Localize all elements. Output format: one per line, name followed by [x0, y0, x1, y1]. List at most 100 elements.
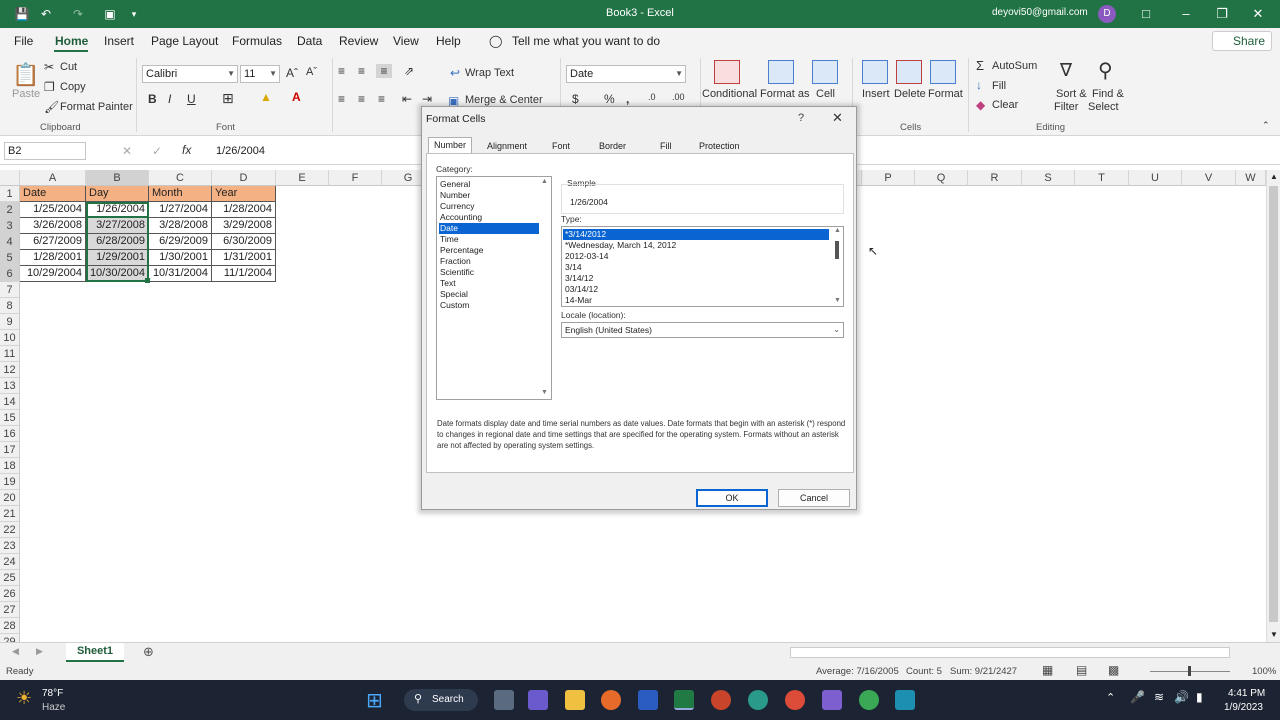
format-cells-icon[interactable] — [930, 60, 956, 84]
list-item[interactable]: 14-Mar — [563, 295, 829, 306]
align-middle-icon[interactable]: ≡ — [358, 64, 365, 78]
orientation-icon[interactable]: ⇗ — [404, 64, 414, 78]
weather-icon[interactable]: ☀ — [16, 688, 32, 709]
avatar[interactable]: D — [1098, 5, 1116, 23]
increase-font-icon[interactable]: Aˆ — [286, 66, 298, 80]
cell-c1[interactable]: Month — [149, 186, 212, 202]
list-item[interactable]: Number — [439, 190, 539, 201]
formula-input[interactable]: 1/26/2004 — [216, 145, 265, 157]
row-header[interactable]: 12 — [0, 362, 20, 378]
fill-button[interactable]: Fill — [992, 80, 1006, 92]
col-header-u[interactable]: U — [1129, 170, 1182, 186]
category-list[interactable]: General Number Currency Accounting Date … — [436, 176, 552, 400]
list-item[interactable]: Fraction — [439, 256, 539, 267]
row-header[interactable]: 18 — [0, 458, 20, 474]
col-header-v[interactable]: V — [1182, 170, 1236, 186]
font-name-select[interactable]: Calibri ▼ — [142, 65, 238, 83]
ok-button[interactable]: OK — [696, 489, 768, 507]
tab-number[interactable]: Number — [428, 137, 472, 153]
form-icon[interactable]: ▣ — [102, 6, 118, 22]
cell-b2-active[interactable]: 1/26/2004 — [86, 202, 149, 218]
show-hidden-icons-icon[interactable]: ⌃ — [1106, 691, 1115, 704]
clock-date[interactable]: 1/9/2023 — [1224, 702, 1263, 713]
row-header[interactable]: 20 — [0, 490, 20, 506]
clear-button[interactable]: Clear — [992, 99, 1018, 111]
cell-a1[interactable]: Date — [20, 186, 86, 202]
tab-help[interactable]: Help — [436, 34, 461, 48]
status-sum[interactable]: Sum: 9/21/2427 — [950, 666, 1017, 677]
close-icon[interactable]: ✕ — [832, 110, 843, 126]
cell-c4[interactable]: 6/29/2009 — [149, 234, 212, 250]
fill-color-icon[interactable]: ▲ — [260, 90, 272, 104]
scroll-thumb[interactable] — [1269, 186, 1278, 622]
find-select-icon[interactable]: ⚲ — [1098, 58, 1113, 83]
prev-sheet-icon[interactable]: ◀ — [12, 646, 19, 657]
col-header-s[interactable]: S — [1022, 170, 1075, 186]
underline-icon[interactable]: U — [187, 92, 196, 106]
add-sheet-icon[interactable]: ⊕ — [143, 644, 154, 660]
weather-condition[interactable]: Haze — [42, 702, 65, 713]
sort-filter-icon[interactable]: ∇ — [1060, 60, 1072, 81]
copy-button[interactable]: Copy — [60, 81, 86, 93]
normal-view-icon[interactable]: ▦ — [1042, 663, 1053, 677]
row-header[interactable]: 21 — [0, 506, 20, 522]
tell-me-search[interactable]: Tell me what you want to do — [512, 34, 660, 48]
confirm-entry-icon[interactable]: ✓ — [152, 144, 162, 158]
cell-d5[interactable]: 1/31/2001 — [212, 250, 276, 266]
insert-function-icon[interactable]: fx — [182, 143, 191, 157]
ribbon-display-icon[interactable]: □ — [1134, 4, 1158, 24]
col-header-p[interactable]: P — [862, 170, 915, 186]
cell-b5[interactable]: 1/29/2001 — [86, 250, 149, 266]
list-item[interactable]: Accounting — [439, 212, 539, 223]
cell-d3[interactable]: 3/29/2008 — [212, 218, 276, 234]
status-count[interactable]: Count: 5 — [906, 666, 942, 677]
delete-cells-icon[interactable] — [896, 60, 922, 84]
cell-a5[interactable]: 1/28/2001 — [20, 250, 86, 266]
wifi-icon[interactable]: ≋ — [1154, 690, 1164, 704]
conditional-formatting-button[interactable]: Conditional — [702, 88, 757, 100]
save-icon[interactable]: 💾 — [14, 6, 30, 22]
tab-file[interactable]: File — [14, 34, 33, 48]
find-select-label-1[interactable]: Find & — [1092, 88, 1124, 100]
sheet-tab-sheet1[interactable]: Sheet1 — [66, 643, 124, 662]
chrome-icon[interactable] — [785, 690, 805, 710]
tab-data[interactable]: Data — [297, 34, 322, 48]
account-email[interactable]: deyovi50@gmail.com — [992, 7, 1088, 18]
format-as-table-icon[interactable] — [768, 60, 794, 84]
volume-icon[interactable]: 🔊 — [1174, 690, 1189, 704]
borders-icon[interactable]: ⊞ — [222, 90, 234, 107]
task-view-icon[interactable] — [494, 690, 514, 710]
edge-icon[interactable] — [748, 690, 768, 710]
format-button[interactable]: Format — [928, 88, 963, 100]
col-header-e[interactable]: E — [276, 170, 329, 186]
align-bottom-icon[interactable]: ≡ — [376, 64, 392, 78]
teams-icon[interactable] — [528, 690, 548, 710]
scroll-down-icon[interactable]: ▼ — [1270, 630, 1278, 639]
cell-c5[interactable]: 1/30/2001 — [149, 250, 212, 266]
vertical-scrollbar[interactable]: ▲ ▼ — [1266, 170, 1280, 644]
row-header[interactable]: 5 — [0, 250, 20, 266]
weather-temp[interactable]: 78°F — [42, 688, 63, 699]
paste-label[interactable]: Paste — [12, 88, 40, 100]
tab-font[interactable]: Font — [552, 141, 570, 151]
cancel-entry-icon[interactable]: ✕ — [122, 144, 132, 158]
tab-home[interactable]: Home — [55, 34, 88, 48]
row-header[interactable]: 4 — [0, 234, 20, 250]
row-header[interactable]: 7 — [0, 282, 20, 298]
delete-button[interactable]: Delete — [894, 88, 926, 100]
font-color-icon[interactable]: A — [292, 90, 301, 104]
list-item[interactable]: Scientific — [439, 267, 539, 278]
close-icon[interactable]: ✕ — [1246, 4, 1270, 24]
scroll-down-icon[interactable]: ▼ — [541, 389, 548, 396]
cell-a3[interactable]: 3/26/2008 — [20, 218, 86, 234]
italic-icon[interactable]: I — [168, 92, 171, 106]
minimize-icon[interactable]: – — [1174, 4, 1198, 24]
align-center-icon[interactable]: ≡ — [358, 92, 365, 106]
list-item[interactable]: Custom — [439, 300, 539, 311]
cell-b6[interactable]: 10/30/2004 — [86, 266, 149, 282]
cell-d4[interactable]: 6/30/2009 — [212, 234, 276, 250]
cell-c2[interactable]: 1/27/2004 — [149, 202, 212, 218]
row-header[interactable]: 15 — [0, 410, 20, 426]
col-header-c[interactable]: C — [149, 170, 212, 186]
format-painter-button[interactable]: Format Painter — [60, 101, 133, 113]
